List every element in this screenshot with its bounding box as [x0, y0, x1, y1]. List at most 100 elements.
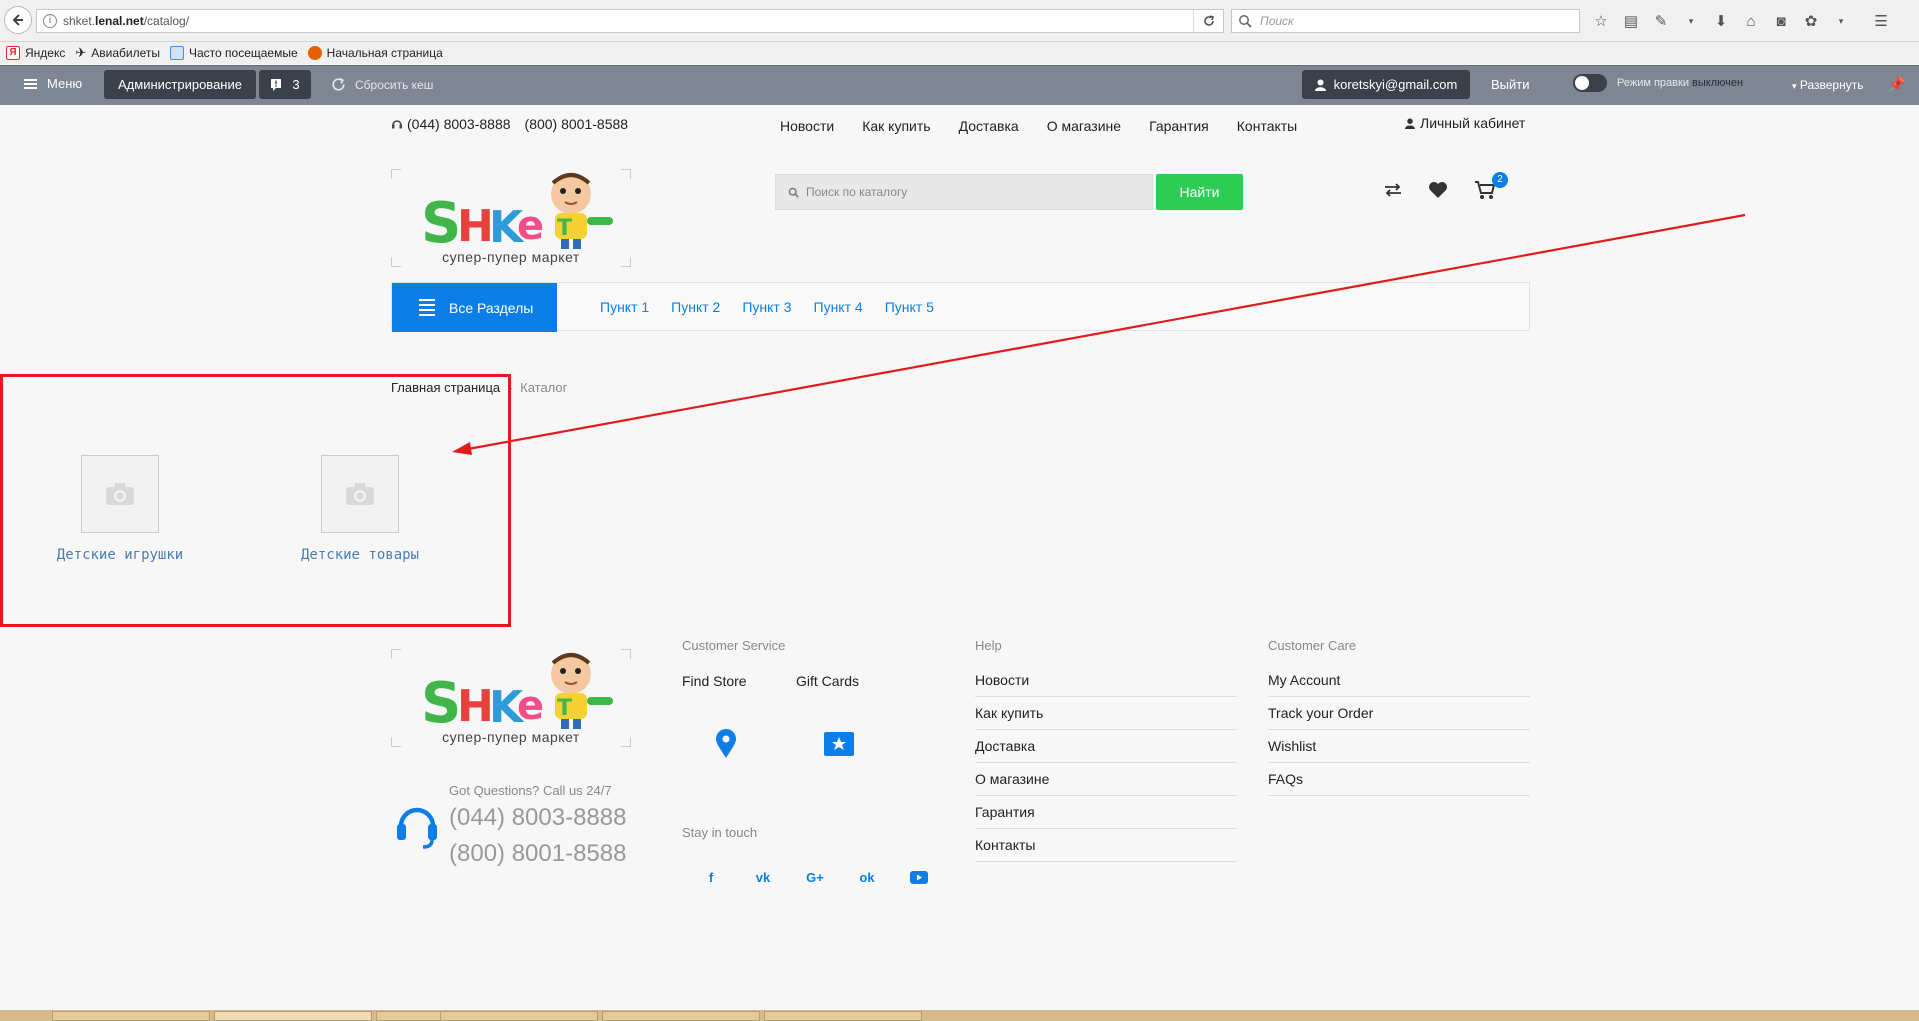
star-icon[interactable]: ☆ — [1590, 10, 1612, 32]
help-link-how-to-buy[interactable]: Как купить — [975, 697, 1237, 730]
find-store-link[interactable]: Find Store — [682, 673, 747, 689]
category-item-2[interactable]: Пункт 2 — [671, 299, 720, 315]
notifications-count: 3 — [292, 77, 300, 92]
breadcrumb-current: Каталог — [520, 380, 568, 395]
nav-delivery[interactable]: Доставка — [959, 118, 1019, 134]
back-button[interactable] — [4, 6, 32, 34]
customer-service-heading: Customer Service — [682, 638, 786, 653]
clear-cache-button[interactable]: Сбросить кеш — [330, 76, 433, 93]
bookmark-frequent[interactable]: Часто посещаемые — [170, 46, 298, 60]
pin-icon[interactable]: 📌 — [1888, 76, 1905, 93]
edit-mode-toggle[interactable]: Режим правки выключен — [1573, 74, 1743, 92]
help-link-about[interactable]: О магазине — [975, 763, 1237, 796]
extension-dropdown-icon[interactable]: ▾ — [1830, 10, 1852, 32]
user-account-button[interactable]: koretskyi@gmail.com — [1302, 70, 1470, 99]
care-link-wishlist[interactable]: Wishlist — [1268, 730, 1530, 763]
care-link-account[interactable]: My Account — [1268, 664, 1530, 697]
care-link-faqs[interactable]: FAQs — [1268, 763, 1530, 796]
reload-button[interactable] — [1193, 10, 1223, 32]
notifications-button[interactable]: 3 — [259, 70, 311, 99]
plane-icon: ✈ — [75, 45, 87, 60]
search-icon — [1239, 15, 1252, 28]
nav-about[interactable]: О магазине — [1047, 118, 1121, 134]
expand-label: Развернуть — [1799, 78, 1864, 92]
administration-button[interactable]: Администрирование — [104, 70, 256, 99]
logout-button[interactable]: Выйти — [1491, 77, 1530, 92]
youtube-icon[interactable] — [908, 866, 930, 888]
gift-card-icon[interactable] — [824, 732, 854, 756]
toggle-switch[interactable] — [1573, 74, 1607, 92]
help-link-warranty[interactable]: Гарантия — [975, 796, 1237, 829]
personal-cabinet-link[interactable]: Личный кабинет — [1405, 115, 1525, 131]
compare-icon[interactable] — [1384, 183, 1402, 197]
reading-list-icon[interactable]: ▤ — [1620, 10, 1642, 32]
facebook-icon[interactable]: f — [700, 866, 722, 888]
support-question: Got Questions? Call us 24/7 — [449, 783, 612, 798]
dropdown-icon[interactable]: ▾ — [1680, 10, 1702, 32]
cart-button[interactable]: 2 — [1474, 172, 1508, 200]
clear-cache-label: Сбросить кеш — [355, 77, 434, 92]
expand-button[interactable]: ▾ Развернуть — [1792, 78, 1863, 92]
nav-how-to-buy[interactable]: Как купить — [862, 118, 930, 134]
svg-text:e: e — [517, 203, 544, 249]
header-phone-1[interactable]: (044) 8003-8888 — [407, 116, 511, 132]
annotation-highlight-box — [0, 374, 511, 627]
gift-cards-link[interactable]: Gift Cards — [796, 673, 859, 689]
url-domain-bold: lenal.net — [95, 14, 144, 28]
taskbar-item[interactable] — [764, 1011, 922, 1021]
footer-logo[interactable]: S H K e T супер-пупер маркет — [390, 648, 632, 748]
home-icon[interactable]: ⌂ — [1740, 10, 1762, 32]
os-taskbar — [0, 1010, 1919, 1021]
reload-icon — [1203, 15, 1214, 26]
category-item-5[interactable]: Пункт 5 — [885, 299, 934, 315]
taskbar-item[interactable] — [52, 1011, 210, 1021]
category-item-4[interactable]: Пункт 4 — [814, 299, 863, 315]
download-icon[interactable]: ⬇ — [1710, 10, 1732, 32]
category-menu-bar: Все Разделы Пункт 1 Пункт 2 Пункт 3 Пунк… — [391, 282, 1530, 332]
odnoklassniki-icon[interactable]: ok — [856, 866, 878, 888]
taskbar-item[interactable] — [440, 1011, 598, 1021]
bookmark-start[interactable]: Начальная страница — [307, 46, 443, 60]
bookmark-avia[interactable]: ✈ Авиабилеты — [75, 45, 160, 61]
pocket-icon[interactable]: ◙ — [1770, 10, 1792, 32]
admin-menu-button[interactable]: Меню — [24, 76, 82, 91]
browser-search-input[interactable]: Поиск — [1231, 9, 1580, 33]
catalog-search-placeholder: Поиск по каталогу — [806, 185, 908, 199]
address-bar[interactable]: i shket. lenal.net/catalog/ — [36, 9, 1224, 33]
help-link-contacts[interactable]: Контакты — [975, 829, 1237, 862]
screenshot-icon[interactable]: ✎ — [1650, 10, 1672, 32]
wishlist-heart-icon[interactable] — [1428, 181, 1448, 199]
help-link-delivery[interactable]: Доставка — [975, 730, 1237, 763]
taskbar-item[interactable] — [376, 1011, 446, 1021]
help-link-news[interactable]: Новости — [975, 664, 1237, 697]
support-phone-2[interactable]: (800) 8001-8588 — [449, 840, 626, 868]
search-button[interactable]: Найти — [1156, 174, 1243, 210]
firefox-icon — [307, 46, 322, 60]
info-icon[interactable]: i — [43, 14, 57, 28]
nav-news[interactable]: Новости — [780, 118, 834, 134]
extension-icon[interactable]: ✿ — [1800, 10, 1822, 32]
nav-contacts[interactable]: Контакты — [1237, 118, 1297, 134]
logo-mark: S H K e T — [421, 653, 613, 729]
url-path: /catalog/ — [143, 14, 190, 28]
browser-menu-icon[interactable]: ☰ — [1870, 10, 1892, 32]
google-plus-icon[interactable]: G+ — [804, 866, 826, 888]
header-phone-2[interactable]: (800) 8001-8588 — [525, 116, 629, 132]
vk-icon[interactable]: vk — [752, 866, 774, 888]
taskbar-item[interactable] — [602, 1011, 760, 1021]
bookmark-yandex[interactable]: Я Яндекс — [6, 46, 65, 60]
taskbar-item[interactable] — [214, 1011, 372, 1021]
category-item-1[interactable]: Пункт 1 — [600, 299, 649, 315]
url-domain: shket. — [63, 14, 96, 28]
site-logo[interactable]: S H K e T супер-пупер маркет — [390, 168, 632, 268]
social-links: f vk G+ ok — [700, 866, 930, 888]
care-link-track-order[interactable]: Track your Order — [1268, 697, 1530, 730]
svg-text:S: S — [421, 191, 461, 249]
nav-warranty[interactable]: Гарантия — [1149, 118, 1209, 134]
map-pin-icon[interactable] — [715, 729, 737, 759]
catalog-search-input[interactable]: Поиск по каталогу — [775, 174, 1153, 210]
all-sections-button[interactable]: Все Разделы — [392, 283, 557, 332]
cabinet-label: Личный кабинет — [1420, 115, 1526, 131]
category-item-3[interactable]: Пункт 3 — [742, 299, 791, 315]
support-phone-1[interactable]: (044) 8003-8888 — [449, 804, 626, 832]
